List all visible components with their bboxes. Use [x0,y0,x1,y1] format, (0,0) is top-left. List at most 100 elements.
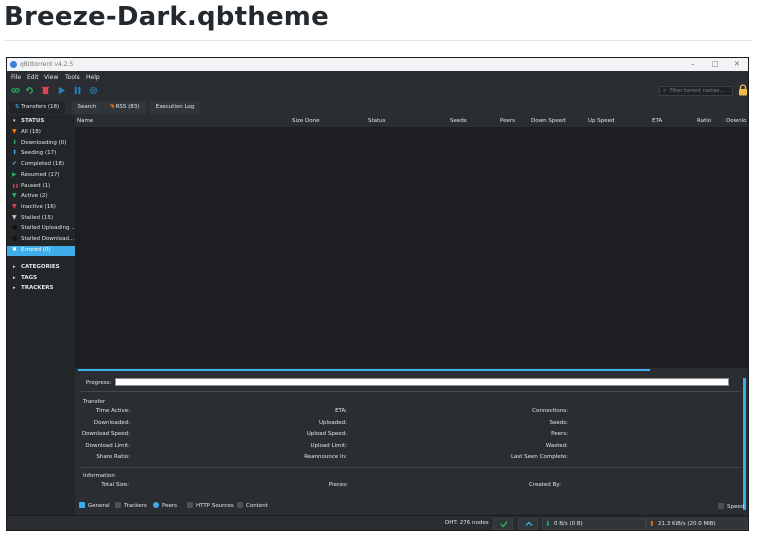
add-link-icon[interactable] [11,86,20,95]
close-button[interactable]: ✕ [734,60,740,68]
sidebar-tags-header[interactable]: ▸ TAGS [7,274,75,284]
menu-help[interactable]: Help [86,74,100,81]
page-heading: Breeze-Dark.qbtheme [4,2,329,32]
sidebar-item-status[interactable]: ● Stalled Uploading ... [7,224,75,234]
created-by-label: Created By: [529,482,561,488]
column-eta[interactable]: ETA [652,118,662,124]
tab-peers[interactable]: Peers [153,502,177,509]
pieces-label: Pieces: [328,482,348,488]
sidebar-item-status[interactable]: ▼ Active (2) [7,192,75,202]
menu-edit[interactable]: Edit [27,74,39,81]
tab-general[interactable]: General [79,502,110,509]
sidebar-item-status[interactable]: ● Stalled Download... [7,235,75,245]
minimize-button[interactable]: – [691,60,695,68]
column-down-speed[interactable]: Down Speed [531,118,566,124]
tags-label: TAGS [21,275,38,281]
upload-speed-box[interactable]: ⬆ 21.3 KiB/s (20.0 MiB) [646,518,748,530]
maximize-button[interactable]: □ [712,60,719,68]
sidebar-item-status[interactable]: ▼ Inactive (16) [7,203,75,213]
column-name[interactable]: Name [77,118,93,124]
speed-label: Speed [727,504,745,510]
tab-content[interactable]: Content [237,502,268,509]
column-status[interactable]: Status [368,118,386,124]
toolbar [7,83,748,99]
sidebar-item-label: Paused (1) [21,182,51,189]
column-seeds[interactable]: Seeds [450,118,467,124]
folder-icon [237,502,243,508]
filter-icon: ▼ [12,202,17,210]
sidebar-item-status[interactable]: ⬇ Downloading (0) [7,139,75,149]
upload-speed: 21.3 KiB/s (20.0 MiB) [658,521,716,527]
tab-trackers[interactable]: Trackers [115,502,147,509]
tab-execution-log-label: Execution Log [155,104,195,110]
lock-icon[interactable] [738,84,748,96]
tab-transfers-label: Transfers (18) [21,104,60,110]
transfer-field-label: Upload Limit: [310,442,347,449]
pause-icon: ❚❚ [12,182,19,188]
globe-icon [187,502,193,508]
torrent-list[interactable]: Name Size Done Status Seeds Peers Down S… [75,115,748,368]
tab-general-label: General [88,503,110,509]
transfer-field-label: Upload Speed: [306,431,347,437]
connection-status-button[interactable] [493,518,513,530]
tab-http-sources[interactable]: HTTP Sources [187,502,234,509]
download-speed-box[interactable]: ⬇ 0 B/s (0 B) [542,518,646,530]
sidebar-item-label: Stalled Download... [21,236,75,242]
alt-speed-toggle[interactable] [518,518,538,530]
sidebar-item-status[interactable]: ✖ Errored (0) [7,245,75,256]
transfer-field-label: Reannounce In: [304,454,347,460]
transfer-field-label: ETA: [335,408,347,414]
progress-label: Progress: [86,380,112,386]
sidebar-item-label: Resumed (17) [21,171,60,178]
tab-search[interactable]: Search [72,101,102,114]
transfer-field-label: Share Ratio: [96,454,130,460]
transfer-field-label: Download Speed: [81,431,130,437]
column-peers[interactable]: Peers [500,118,515,124]
sidebar-item-status[interactable]: ⬆ Seeding (17) [7,149,75,159]
check-icon: ✔ [12,160,18,168]
total-size-label: Total Size: [101,482,129,488]
menu-view[interactable]: View [44,74,58,81]
menu-tools[interactable]: Tools [65,74,80,81]
options-icon[interactable] [89,86,98,95]
sidebar-status-header[interactable]: ▾ STATUS [7,117,75,127]
column-ratio[interactable]: Ratio [697,118,711,124]
sidebar-item-status[interactable]: ▶ Resumed (17) [7,171,75,181]
resume-icon[interactable] [57,86,66,95]
column-size-done[interactable]: Size Done [292,118,320,124]
sidebar-item-status[interactable]: ❚❚ Paused (1) [7,182,75,192]
properties-tabs: General Trackers Peers HTTP Sources Cont… [75,501,748,513]
column-up-speed[interactable]: Up Speed [588,118,615,124]
progress-bar [115,378,729,386]
transfer-field-label: Wasted: [545,442,568,449]
tab-rss[interactable]: ◥ RSS (83) [103,101,146,114]
sidebar-item-label: Active (2) [21,193,48,200]
tab-execution-log[interactable]: Execution Log [150,101,200,114]
sidebar-item-label: Seeding (17) [21,150,57,157]
window-title: qBittorrent v4.2.5 [20,61,74,68]
divider [81,391,741,392]
sidebar-categories-header[interactable]: ▸ CATEGORIES [7,263,75,273]
sidebar-item-status[interactable]: ▼ Stalled (15) [7,214,75,224]
speed-tab[interactable]: Speed [718,503,744,510]
qbittorrent-logo-icon [10,61,17,68]
filter-torrents-input[interactable]: ⌕ Filter torrent names... [659,86,733,96]
information-group-title: Information [83,473,115,479]
tab-transfers[interactable]: ⇅ Transfers (18) [9,101,65,114]
play-icon: ▶ [12,170,17,178]
sidebar-trackers-header[interactable]: ▸ TRACKERS [7,284,75,294]
collapse-arrow-icon: ▸ [13,264,16,270]
menu-file[interactable]: File [11,74,21,81]
collapse-arrow-icon: ▸ [13,285,16,291]
tab-http-sources-label: HTTP Sources [196,503,234,509]
column-downloaded[interactable]: Downlo [726,118,746,124]
filter-icon: ▼ [12,128,17,135]
sidebar-item-status[interactable]: ✔ Completed (18) [7,160,75,170]
sidebar-item-status[interactable]: ▼ All (18) [7,128,75,138]
sidebar-item-label: Completed (18) [21,161,65,168]
properties-scrollbar[interactable] [743,378,746,510]
upload-icon: ⬆ [12,149,18,157]
pause-icon[interactable] [73,86,82,95]
delete-icon[interactable] [41,86,50,95]
add-torrent-icon[interactable] [25,86,34,95]
